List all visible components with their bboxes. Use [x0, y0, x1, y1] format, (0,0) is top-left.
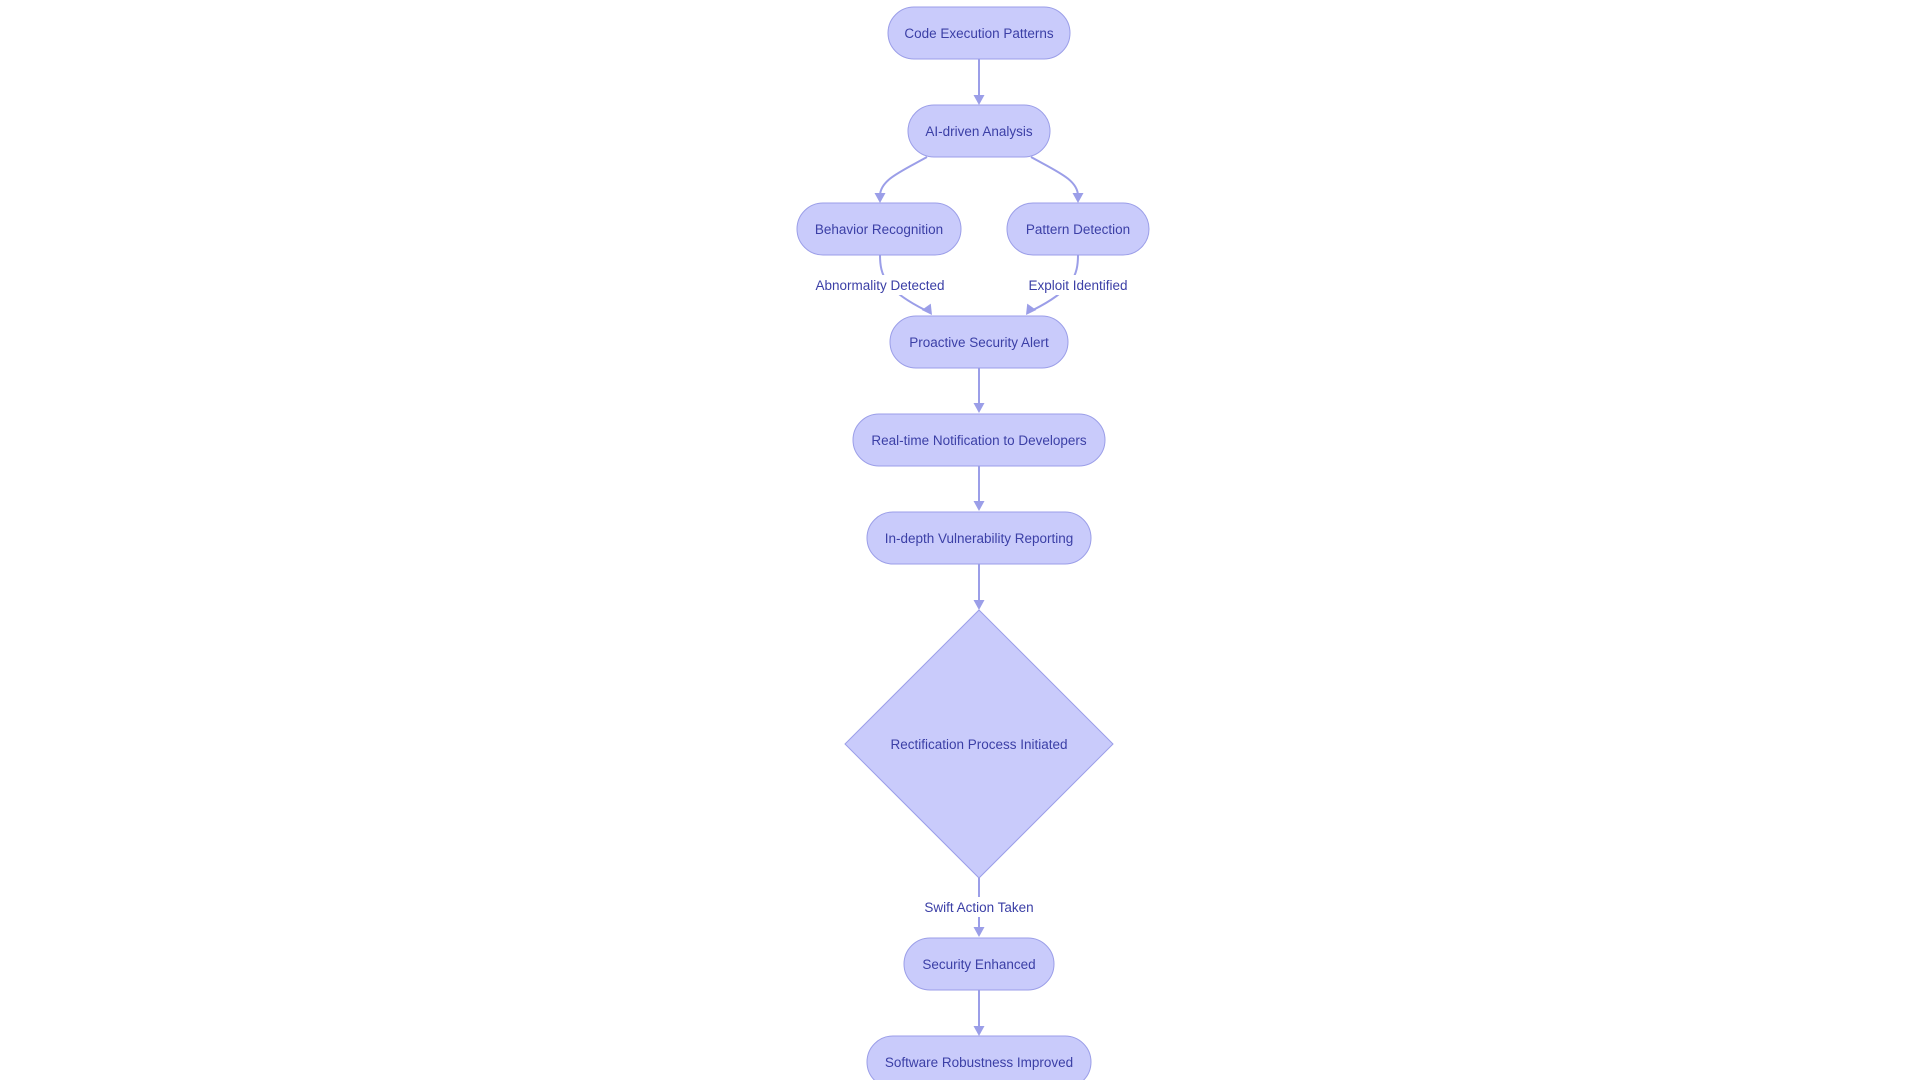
node-label: Real-time Notification to Developers [871, 433, 1087, 448]
edge-label-abnormality-detected: Abnormality Detected [805, 275, 955, 295]
edge-ai_analysis-to-pattern [1030, 156, 1084, 203]
edge-report-to-rectify [973, 564, 985, 610]
edge-label-swift-action-taken: Swift Action Taken [911, 897, 1047, 917]
arrowhead-icon [973, 600, 985, 610]
edge-code_exec-to-ai_analysis [973, 59, 985, 105]
edge-label-text: Swift Action Taken [924, 900, 1033, 915]
flowchart: Code Execution Patterns AI-driven Analysi… [796, 6, 1150, 1080]
node-behavior-recognition[interactable]: Behavior Recognition [796, 202, 962, 256]
arrowhead-icon [973, 927, 985, 937]
edge-label-exploit-identified: Exploit Identified [1010, 275, 1146, 295]
node-label: AI-driven Analysis [925, 124, 1033, 139]
arrowhead-icon [973, 403, 985, 413]
node-software-robustness-improved[interactable]: Software Robustness Improved [866, 1035, 1092, 1080]
edge-alert-to-notify [973, 368, 985, 413]
arrowhead-icon [874, 193, 886, 203]
node-label: Software Robustness Improved [885, 1055, 1073, 1070]
edge-ai_analysis-to-behavior [874, 156, 928, 203]
edge-label-text: Exploit Identified [1028, 278, 1127, 293]
node-security-enhanced[interactable]: Security Enhanced [903, 937, 1055, 991]
arrowhead-icon [973, 95, 985, 105]
edge-line [879, 156, 928, 197]
node-label: Behavior Recognition [815, 222, 943, 237]
edge-enhanced-to-robust [973, 990, 985, 1036]
arrowhead-icon [973, 501, 985, 511]
node-in-depth-vulnerability-reporting[interactable]: In-depth Vulnerability Reporting [866, 511, 1092, 565]
node-label: Code Execution Patterns [904, 26, 1054, 41]
edge-label-text: Abnormality Detected [815, 278, 944, 293]
node-label: Pattern Detection [1026, 222, 1130, 237]
arrowhead-icon [1072, 193, 1084, 203]
node-label: Proactive Security Alert [909, 335, 1049, 350]
arrowhead-icon [973, 1026, 985, 1036]
node-label: Rectification Process Initiated [890, 737, 1067, 752]
node-rectification-process-initiated[interactable]: Rectification Process Initiated [844, 609, 1114, 879]
node-pattern-detection[interactable]: Pattern Detection [1006, 202, 1150, 256]
node-ai-driven-analysis[interactable]: AI-driven Analysis [907, 104, 1051, 158]
node-code-execution-patterns[interactable]: Code Execution Patterns [887, 6, 1071, 60]
node-label: Security Enhanced [922, 957, 1035, 972]
nodes-layer: Code Execution Patterns AI-driven Analysi… [796, 6, 1150, 1080]
node-proactive-security-alert[interactable]: Proactive Security Alert [889, 315, 1069, 369]
edge-notify-to-report [973, 466, 985, 511]
node-label: In-depth Vulnerability Reporting [885, 531, 1074, 546]
edge-line [1030, 156, 1079, 197]
node-real-time-notification-to-developers[interactable]: Real-time Notification to Developers [852, 413, 1106, 467]
